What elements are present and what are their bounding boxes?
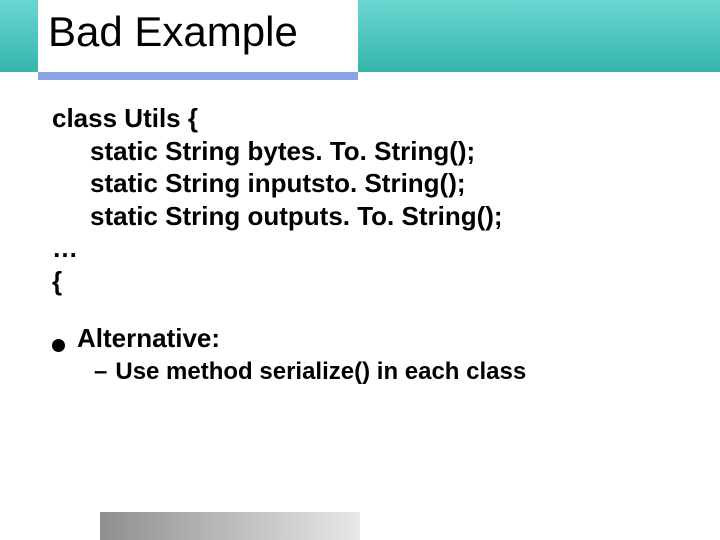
title-underline	[38, 72, 358, 80]
sub-bullet-item: – Use method serialize() in each class	[52, 358, 672, 386]
code-line: static String outputs. To. String();	[52, 200, 672, 233]
bullet-item: Alternative:	[52, 323, 672, 354]
sub-bullet-text: Use method serialize() in each class	[115, 358, 526, 386]
code-block: class Utils { static String bytes. To. S…	[52, 102, 672, 297]
code-line: …	[52, 232, 672, 265]
title-box: Bad Example	[38, 0, 358, 72]
code-line: class Utils {	[52, 102, 672, 135]
code-line: static String inputsto. String();	[52, 167, 672, 200]
slide-body: class Utils { static String bytes. To. S…	[52, 102, 672, 386]
bullet-icon	[52, 339, 65, 352]
bullet-label: Alternative:	[77, 323, 220, 354]
code-line: static String bytes. To. String();	[52, 135, 672, 168]
dash-icon: –	[94, 358, 107, 386]
code-line: {	[52, 265, 672, 298]
footer-bar	[100, 512, 360, 540]
slide-title: Bad Example	[48, 8, 298, 55]
